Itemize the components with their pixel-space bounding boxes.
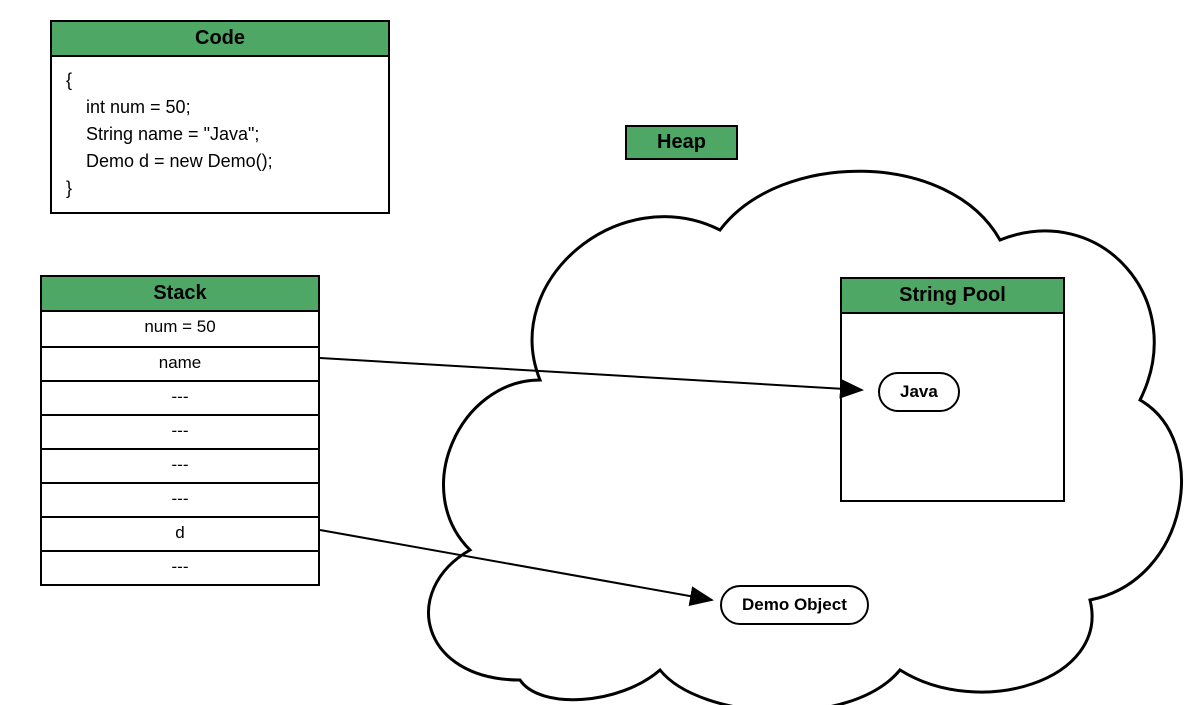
stack-panel: Stack num = 50 name --- --- --- --- d --… [40,275,320,586]
code-title: Code [52,22,388,57]
heap-label: Heap [625,125,738,160]
stack-row: --- [42,380,318,414]
stack-row: name [42,346,318,380]
demo-object: Demo Object [720,585,869,625]
string-pool-title: String Pool [842,279,1063,314]
java-string-object: Java [878,372,960,412]
arrow-d-to-demo [320,530,712,600]
stack-row: --- [42,448,318,482]
stack-row: --- [42,482,318,516]
stack-title: Stack [42,277,318,312]
code-body: { int num = 50; String name = "Java"; De… [52,57,388,212]
stack-row: d [42,516,318,550]
arrow-name-to-java [320,358,862,390]
stack-row: --- [42,414,318,448]
stack-row: --- [42,550,318,584]
code-panel: Code { int num = 50; String name = "Java… [50,20,390,214]
stack-row: num = 50 [42,312,318,346]
